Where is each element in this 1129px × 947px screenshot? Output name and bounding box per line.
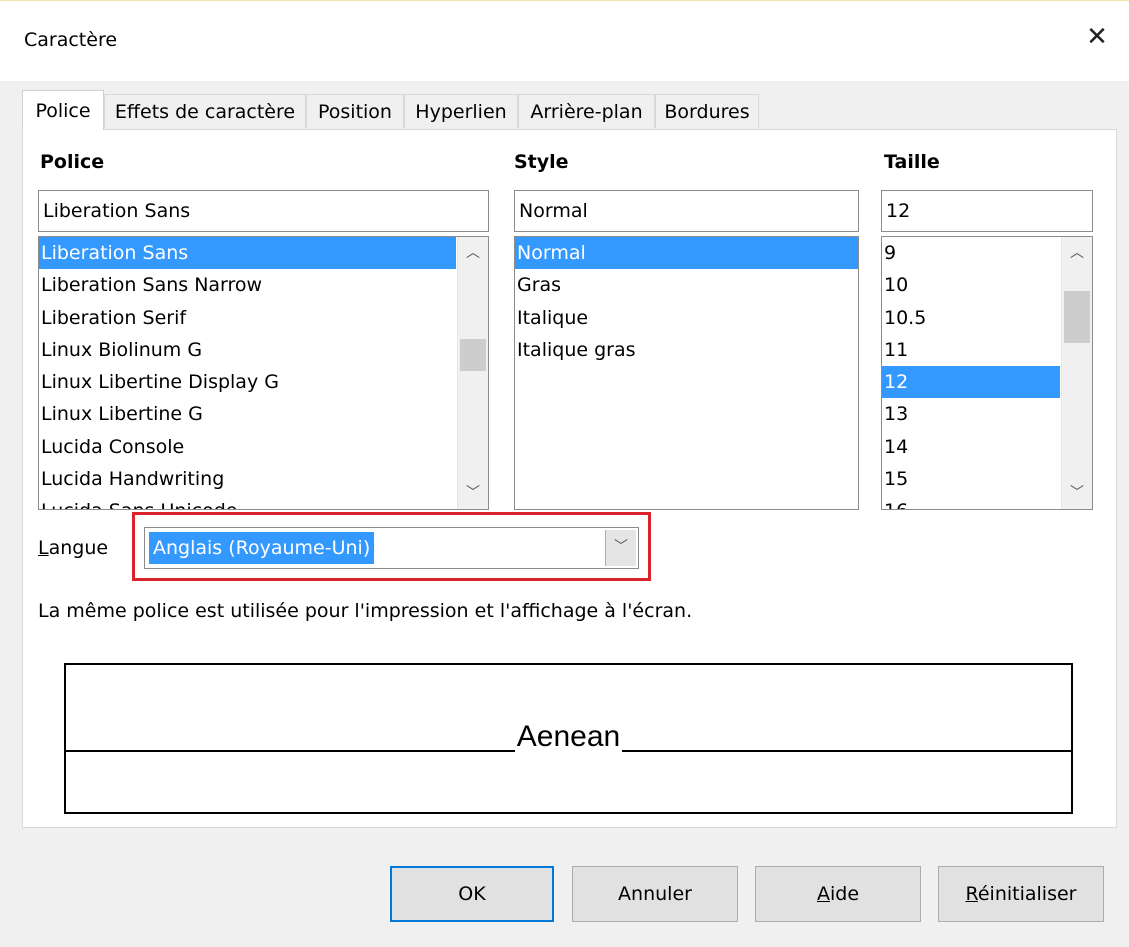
list-item[interactable]: 10: [882, 269, 1060, 301]
list-item[interactable]: Liberation Sans Narrow: [39, 269, 456, 301]
list-item[interactable]: Liberation Sans: [39, 237, 456, 270]
langue-value: Anglais (Royaume-Uni): [149, 532, 375, 564]
scroll-thumb[interactable]: [1064, 291, 1090, 343]
reset-button[interactable]: Réinitialiser: [938, 866, 1104, 922]
list-item[interactable]: Lucida Handwriting: [39, 463, 456, 495]
chevron-down-icon[interactable]: ﹀: [1062, 479, 1092, 507]
list-item[interactable]: Italique gras: [515, 334, 858, 366]
taille-heading: Taille: [884, 151, 940, 173]
cancel-button[interactable]: Annuler: [572, 866, 738, 922]
tab-position[interactable]: Position: [306, 94, 404, 128]
police-scrollbar[interactable]: ︿ ﹀: [457, 237, 488, 509]
chevron-down-icon[interactable]: ﹀: [458, 479, 488, 507]
taille-list[interactable]: 91010.5111213141516 ︿ ﹀: [881, 236, 1093, 510]
style-list[interactable]: Normal Gras Italique Italique gras: [514, 236, 859, 510]
list-item[interactable]: Liberation Serif: [39, 302, 456, 334]
chevron-up-icon[interactable]: ︿: [1062, 239, 1092, 267]
list-item[interactable]: 12: [882, 366, 1060, 399]
window-title: Caractère: [24, 29, 118, 51]
tab-arriere-plan[interactable]: Arrière-plan: [518, 94, 655, 128]
langue-label: Langue: [38, 537, 109, 559]
list-item[interactable]: 11: [882, 334, 1060, 366]
list-item[interactable]: Linux Libertine Display G: [39, 366, 456, 398]
taille-input[interactable]: 12: [881, 190, 1093, 232]
tab-hyperlien[interactable]: Hyperlien: [404, 94, 518, 128]
style-input[interactable]: Normal: [514, 190, 859, 232]
langue-select[interactable]: Anglais (Royaume-Uni) ﹀: [144, 527, 639, 569]
style-heading: Style: [514, 151, 569, 173]
police-input[interactable]: Liberation Sans: [38, 190, 489, 232]
help-button[interactable]: Aide: [755, 866, 921, 922]
list-item[interactable]: Normal: [515, 237, 858, 270]
preview-text: Aenean: [514, 720, 623, 753]
tab-bordures[interactable]: Bordures: [655, 94, 759, 128]
list-item[interactable]: 13: [882, 398, 1060, 430]
tab-effets-de-caractere[interactable]: Effets de caractère: [104, 94, 306, 128]
police-list[interactable]: Liberation Sans Liberation Sans Narrow Lib…: [38, 236, 489, 510]
scroll-thumb[interactable]: [460, 339, 486, 371]
list-item[interactable]: 15: [882, 463, 1060, 495]
police-heading: Police: [40, 151, 105, 173]
list-item[interactable]: Gras: [515, 269, 858, 301]
chevron-up-icon[interactable]: ︿: [458, 239, 488, 267]
list-item[interactable]: Linux Biolinum G: [39, 334, 456, 366]
taille-scrollbar[interactable]: ︿ ﹀: [1061, 237, 1092, 509]
list-item[interactable]: 14: [882, 431, 1060, 463]
list-item[interactable]: 9: [882, 237, 1060, 269]
font-preview: Aenean: [64, 663, 1073, 814]
ok-button[interactable]: OK: [390, 866, 554, 922]
tab-police[interactable]: Police: [22, 90, 104, 130]
list-item[interactable]: 10.5: [882, 302, 1060, 334]
list-item[interactable]: Italique: [515, 302, 858, 334]
title-bar: Caractère ✕: [0, 0, 1129, 81]
list-item[interactable]: Lucida Sans Unicode: [39, 495, 456, 509]
list-item[interactable]: Lucida Console: [39, 431, 456, 463]
close-icon[interactable]: ✕: [1079, 19, 1115, 55]
info-text: La même police est utilisée pour l'impre…: [38, 600, 693, 622]
chevron-down-icon[interactable]: ﹀: [605, 530, 636, 566]
list-item[interactable]: Linux Libertine G: [39, 398, 456, 430]
list-item[interactable]: 16: [882, 495, 1060, 509]
